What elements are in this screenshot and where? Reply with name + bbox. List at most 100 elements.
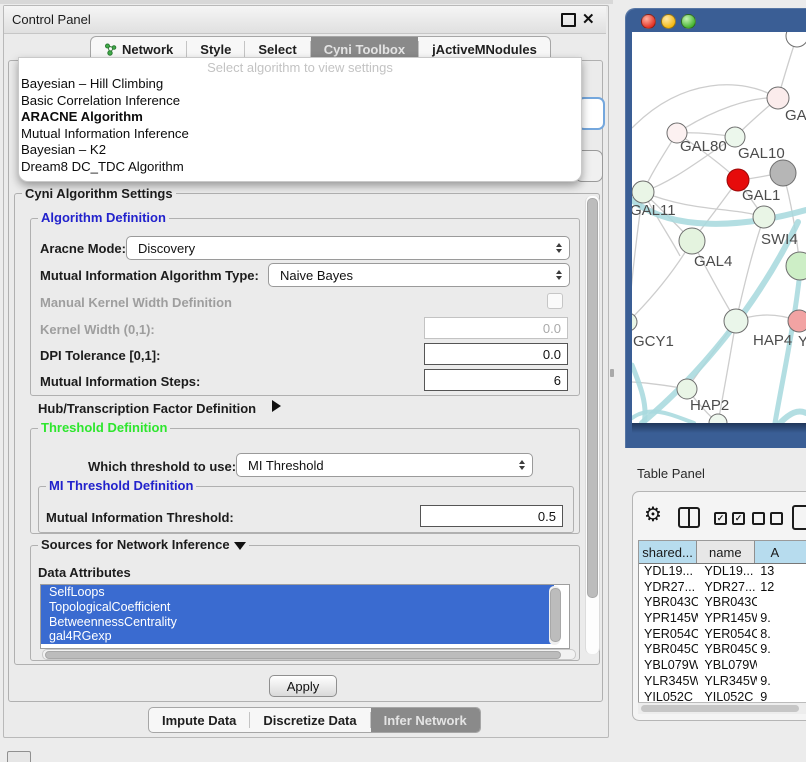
sources-hscrollbar-thumb[interactable] <box>45 651 561 659</box>
table-cell[interactable]: YPR145W <box>698 611 757 627</box>
network-edge[interactable] <box>677 98 778 133</box>
minimize-traffic-light[interactable] <box>661 14 676 29</box>
table-cell[interactable]: YBL079W <box>639 658 698 674</box>
bottom-tab-infer-network[interactable]: Infer Network <box>371 708 480 732</box>
panel-divider-grip[interactable] <box>610 369 614 377</box>
table-cell[interactable]: YDL19... <box>698 564 757 580</box>
table-cell[interactable]: YPR145W <box>639 611 698 627</box>
column-header-partial[interactable]: A <box>755 541 806 563</box>
table-cell[interactable]: YBL079W <box>698 658 757 674</box>
attributes-scrollbar-thumb[interactable] <box>550 588 561 642</box>
table-cell[interactable]: YER054C <box>639 627 698 643</box>
network-node[interactable] <box>770 160 796 186</box>
attribute-list-item[interactable]: TopologicalCoefficient <box>41 600 554 615</box>
algorithm-option[interactable]: Basic Correlation Inference <box>19 93 581 110</box>
table-cell[interactable]: YBR043C <box>639 595 698 611</box>
dpi-tolerance-field[interactable]: 0.0 <box>424 343 568 365</box>
bottom-tab-impute-data[interactable]: Impute Data <box>149 708 249 732</box>
table-cell[interactable]: 8. <box>757 627 806 643</box>
table-doc-icon[interactable] <box>792 505 806 530</box>
mi-threshold-field[interactable]: 0.5 <box>420 505 563 527</box>
checked-box-icon: ✓ <box>714 512 727 525</box>
network-node-gal4[interactable] <box>679 228 705 254</box>
table-cell[interactable]: YDR27... <box>639 580 698 596</box>
network-canvas[interactable]: GALGAL80GAL10GAL1GAL11SWI4GAL4GCY1HAP4YH… <box>632 32 806 423</box>
column-header-shared-name[interactable]: shared... <box>639 541 697 563</box>
combo-stepper-icon <box>556 243 562 253</box>
collapse-down-icon[interactable] <box>234 542 246 550</box>
zoom-traffic-light[interactable] <box>681 14 696 29</box>
bottom-tab-discretize-data[interactable]: Discretize Data <box>250 708 369 732</box>
column-layout-icon[interactable] <box>678 507 700 528</box>
table-row: YLR345WYLR345W9. <box>639 674 806 690</box>
table-cell[interactable]: 9. <box>757 674 806 690</box>
algorithm-option[interactable]: Dream8 DC_TDC Algorithm <box>19 159 581 176</box>
network-node[interactable] <box>709 414 727 423</box>
apply-button[interactable]: Apply <box>269 675 337 697</box>
aracne-mode-combo[interactable]: Discovery <box>126 236 570 260</box>
settings-scrollbar-thumb[interactable] <box>587 198 598 598</box>
network-edge[interactable] <box>632 241 692 322</box>
table-cell[interactable]: 13 <box>757 564 806 580</box>
window-top-edge <box>0 0 613 4</box>
network-node-gcy1[interactable] <box>632 313 637 331</box>
deselect-all-checkboxes-icon[interactable] <box>752 512 783 525</box>
mi-steps-field[interactable]: 6 <box>424 369 568 391</box>
gear-icon[interactable]: ⚙ <box>644 505 662 525</box>
table-cell[interactable]: YDL19... <box>639 564 698 580</box>
attribute-list-item[interactable]: SelfLoops <box>41 585 554 600</box>
float-window-icon[interactable] <box>561 13 576 27</box>
network-node[interactable] <box>786 32 806 47</box>
which-threshold-combo[interactable]: MI Threshold <box>236 453 533 477</box>
table-hscrollbar-thumb[interactable] <box>641 705 799 712</box>
network-node-gal[interactable] <box>767 87 789 109</box>
network-node-gal10[interactable] <box>725 127 745 147</box>
network-node-gal11[interactable] <box>632 181 654 203</box>
mi-type-value: Naive Bayes <box>280 268 353 283</box>
node-label: HAP4 <box>753 332 792 349</box>
table-cell[interactable]: YER054C <box>698 627 757 643</box>
table-cell[interactable]: 9. <box>757 642 806 658</box>
network-node[interactable] <box>753 206 775 228</box>
node-label: GAL4 <box>694 253 732 270</box>
table-cell[interactable]: 12 <box>757 580 806 596</box>
table-cell[interactable]: YBR043C <box>698 595 757 611</box>
data-attributes-list[interactable]: SelfLoopsTopologicalCoefficientBetweenne… <box>40 584 570 649</box>
panel-title: Control Panel <box>12 12 91 27</box>
table-hscrollbar-track[interactable] <box>638 702 806 714</box>
close-icon[interactable]: ✕ <box>582 10 595 28</box>
screen: Control Panel ✕ NetworkStyleSelectCyni T… <box>0 0 806 762</box>
table-cell[interactable] <box>757 595 806 611</box>
network-node-hap2[interactable] <box>677 379 697 399</box>
table-cell[interactable]: YLR345W <box>639 674 698 690</box>
algorithm-option[interactable]: Bayesian – Hill Climbing <box>19 76 581 93</box>
collapsed-corner-button[interactable] <box>7 751 31 762</box>
tab-label: Impute Data <box>162 713 236 728</box>
network-node-y[interactable] <box>788 310 806 332</box>
hub-section-label[interactable]: Hub/Transcription Factor Definition <box>38 401 256 416</box>
mi-type-combo[interactable]: Naive Bayes <box>268 263 570 287</box>
sources-group-title[interactable]: Sources for Network Inference <box>38 538 249 551</box>
table-cell[interactable] <box>757 658 806 674</box>
table-cell[interactable]: YLR345W <box>698 674 757 690</box>
network-edge-highlighted[interactable] <box>780 411 806 423</box>
algorithm-option[interactable]: Mutual Information Inference <box>19 126 581 143</box>
network-node-swi4[interactable] <box>786 252 806 280</box>
algorithm-option[interactable]: Bayesian – K2 <box>19 142 581 159</box>
table-cell[interactable]: YBR045C <box>698 642 757 658</box>
close-traffic-light[interactable] <box>641 14 656 29</box>
table-cell[interactable]: YBR045C <box>639 642 698 658</box>
expand-right-icon[interactable] <box>272 400 281 412</box>
network-node-hap4[interactable] <box>724 309 748 333</box>
select-all-checkboxes-icon[interactable]: ✓ ✓ <box>714 512 745 525</box>
algorithm-option[interactable]: ARACNE Algorithm <box>19 109 581 126</box>
column-header-name[interactable]: name <box>697 541 754 563</box>
table-cell[interactable]: 9. <box>757 611 806 627</box>
table-cell[interactable]: YDR27... <box>698 580 757 596</box>
attribute-list-item[interactable]: BetweennessCentrality <box>41 615 554 630</box>
network-edge[interactable] <box>632 85 778 128</box>
network-graph: GALGAL80GAL10GAL1GAL11SWI4GAL4GCY1HAP4YH… <box>632 32 806 423</box>
table-header-row: shared... name A <box>639 541 806 564</box>
node-label: GCY1 <box>633 333 674 350</box>
attribute-list-item[interactable]: gal4RGexp <box>41 629 554 644</box>
